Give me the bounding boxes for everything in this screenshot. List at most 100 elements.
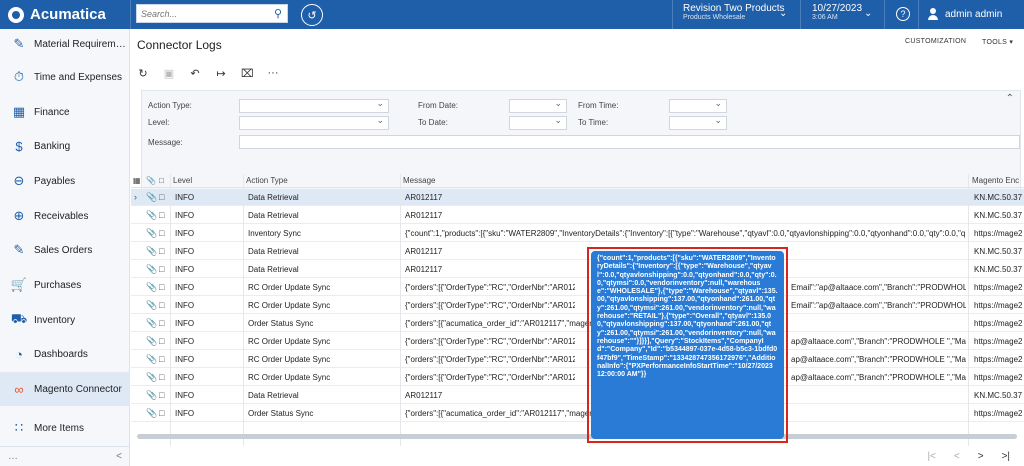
chevron-down-icon[interactable]: ⌄: [864, 8, 872, 19]
grid-settings-icon[interactable]: ▦: [133, 176, 141, 185]
table-row[interactable]: 📎 □ INFO RC Order Update Sync {"orders":[{"O…: [131, 279, 1024, 296]
attachment-icon[interactable]: 📎: [146, 282, 157, 293]
note-icon[interactable]: □: [159, 246, 164, 256]
attachment-icon[interactable]: 📎: [146, 372, 157, 383]
sidebar-item-purchases[interactable]: 🛒 Purchases: [0, 268, 130, 302]
attachment-icon[interactable]: 📎: [146, 192, 157, 203]
help-icon[interactable]: ?: [896, 7, 910, 21]
table-row[interactable]: 📎 □ INFO Inventory Sync {"count":1,"products…: [131, 225, 1024, 242]
history-icon[interactable]: ↺: [301, 4, 323, 26]
search-box[interactable]: ⚲: [136, 4, 288, 23]
sidebar-item-label: Receivables: [34, 210, 89, 222]
note-icon[interactable]: □: [159, 336, 164, 346]
refresh-icon[interactable]: ↻: [137, 67, 149, 80]
column-header-level[interactable]: Level: [173, 176, 192, 185]
sidebar-item-finance[interactable]: ▦ Finance: [0, 95, 130, 129]
column-header-message[interactable]: Message: [403, 176, 435, 185]
from-time-select[interactable]: [669, 98, 727, 113]
attachment-icon[interactable]: 📎: [146, 210, 157, 221]
note-icon[interactable]: □: [159, 192, 164, 202]
table-row[interactable]: 📎 □ INFO Order Status Sync {"orders":[{"acum…: [131, 405, 1024, 422]
note-icon[interactable]: □: [159, 264, 164, 274]
column-divider: [968, 174, 969, 446]
attachment-icon[interactable]: 📎: [146, 318, 157, 329]
to-time-select[interactable]: [669, 115, 727, 130]
user-icon[interactable]: [928, 8, 938, 20]
table-row[interactable]: 📎 □ INFO Data Retrieval AR012117 KN.MC.50.37: [131, 387, 1024, 404]
sidebar-item-banking[interactable]: $ Banking: [0, 129, 130, 163]
user-name[interactable]: admin admin: [945, 9, 1002, 20]
sidebar-item-time-and-expenses[interactable]: ⏱ Time and Expenses: [0, 60, 130, 94]
attachment-icon[interactable]: 📎: [146, 336, 157, 347]
action-type-select[interactable]: [239, 98, 389, 113]
note-icon[interactable]: □: [159, 390, 164, 400]
sidebar: ✎ Material Requirem… ⏱ Time and Expenses…: [0, 29, 130, 466]
table-row[interactable]: 📎 □ INFO Order Status Sync {"orders":[{"acum…: [131, 315, 1024, 332]
cell-magento: https://mage2: [974, 373, 1023, 382]
horizontal-scrollbar[interactable]: [131, 433, 1024, 441]
column-header-action-type[interactable]: Action Type: [246, 176, 288, 185]
sidebar-item-sales-orders[interactable]: ✎ Sales Orders: [0, 233, 130, 267]
more-dots-icon[interactable]: …: [8, 451, 18, 462]
sidebar-item-payables[interactable]: ⊖ Payables: [0, 164, 130, 198]
attachment-icon: 📎: [146, 176, 156, 185]
table-row[interactable]: 📎 □ INFO Data Retrieval AR012117 KN.MC.50.37: [131, 207, 1024, 224]
table-row[interactable]: 📎 □ INFO RC Order Update Sync {"orders":[{"O…: [131, 333, 1024, 350]
to-date-select[interactable]: [509, 115, 567, 130]
attachment-icon[interactable]: 📎: [146, 246, 157, 257]
note-icon[interactable]: □: [159, 228, 164, 238]
column-header-magento[interactable]: Magento Enc: [972, 176, 1019, 185]
sidebar-collapse-button[interactable]: <: [116, 451, 122, 462]
search-input[interactable]: [137, 5, 269, 22]
fit-columns-icon[interactable]: ↦: [215, 67, 227, 80]
sidebar-item-magento-connector[interactable]: ∞ Magento Connector: [0, 372, 130, 406]
level-select[interactable]: [239, 115, 389, 130]
note-icon[interactable]: □: [159, 354, 164, 364]
sidebar-item-receivables[interactable]: ⊕ Receivables: [0, 199, 130, 233]
customization-menu[interactable]: CUSTOMIZATION: [905, 38, 966, 45]
table-row[interactable]: › 📎 □ INFO Data Retrieval AR012117 KN.MC.50.37: [131, 189, 1024, 206]
gauge-icon: ◔: [15, 346, 23, 362]
table-row[interactable]: 📎 □ INFO RC Order Update Sync {"orders":[{"O…: [131, 297, 1024, 314]
table-row[interactable]: 📎 □ INFO Data Retrieval AR012117 KN.MC.50.37: [131, 261, 1024, 278]
sidebar-item-material-requirements[interactable]: ✎ Material Requirem…: [0, 29, 130, 59]
search-icon[interactable]: ⚲: [269, 5, 287, 22]
collapse-filter-icon[interactable]: ⌃: [1006, 93, 1014, 104]
first-page-icon[interactable]: |<: [927, 451, 935, 462]
scrollbar-thumb[interactable]: [137, 434, 1017, 439]
sidebar-item-inventory[interactable]: ⛟ Inventory: [0, 303, 130, 337]
note-icon[interactable]: □: [159, 210, 164, 220]
from-date-select[interactable]: [509, 98, 567, 113]
note-icon[interactable]: □: [159, 372, 164, 382]
highlight-frame: {"count":1,"products":[{"sku":"WATER2809…: [587, 247, 788, 443]
attachment-icon[interactable]: 📎: [146, 408, 157, 419]
next-page-icon[interactable]: >: [978, 451, 984, 462]
last-page-icon[interactable]: >|: [1002, 451, 1010, 462]
attachment-icon[interactable]: 📎: [146, 390, 157, 401]
note-icon[interactable]: □: [159, 408, 164, 418]
sidebar-item-more-items[interactable]: ∷ More Items: [0, 411, 130, 445]
app-logo[interactable]: Acumatica: [0, 0, 130, 29]
table-row[interactable]: 📎 □ INFO RC Order Update Sync {"orders":[{"O…: [131, 369, 1024, 386]
attachment-icon[interactable]: 📎: [146, 264, 157, 275]
attachment-icon[interactable]: 📎: [146, 354, 157, 365]
business-date[interactable]: 10/27/2023 3:06 AM: [812, 3, 872, 21]
previous-page-icon[interactable]: <: [954, 451, 960, 462]
tools-menu[interactable]: TOOLS ▾: [982, 38, 1013, 46]
more-actions-icon[interactable]: ···: [267, 67, 279, 79]
undo-icon[interactable]: ↶: [189, 67, 201, 80]
cell-level: INFO: [175, 265, 195, 274]
note-icon[interactable]: □: [159, 282, 164, 292]
excel-export-icon[interactable]: ⌧: [241, 67, 254, 80]
note-icon[interactable]: □: [159, 300, 164, 310]
message-input[interactable]: [239, 135, 1020, 149]
attachment-icon[interactable]: 📎: [146, 300, 157, 311]
note-icon[interactable]: □: [159, 318, 164, 328]
chevron-down-icon[interactable]: ⌄: [779, 8, 787, 19]
table-row[interactable]: 📎 □ INFO RC Order Update Sync {"orders":[{"O…: [131, 351, 1024, 368]
company-selector[interactable]: Revision Two Products Products Wholesale: [683, 3, 793, 21]
edit-icon: ✎: [13, 242, 25, 257]
sidebar-item-dashboards[interactable]: ◔ Dashboards: [0, 337, 130, 371]
table-row[interactable]: 📎 □ INFO Data Retrieval AR012117 KN.MC.50.37: [131, 243, 1024, 260]
attachment-icon[interactable]: 📎: [146, 228, 157, 239]
